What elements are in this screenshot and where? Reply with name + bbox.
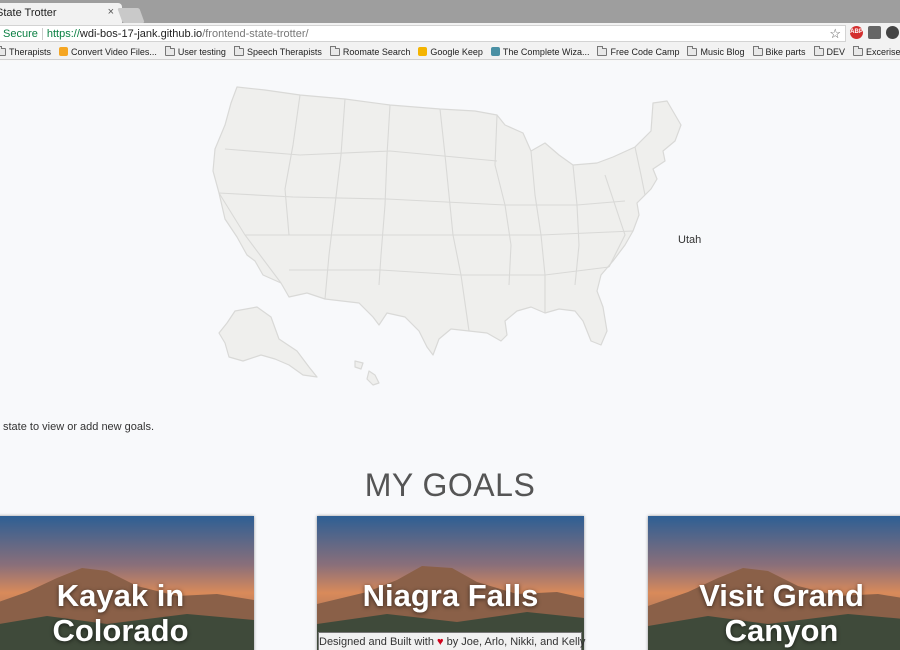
extension-icon[interactable] [886,26,899,39]
separator [41,27,43,40]
bookmark-label: Google Keep [430,46,483,57]
folder-icon [0,45,6,56]
bookmark-label: Roomate Search [342,46,411,57]
alaska-shape [218,306,318,378]
tab-title: State Trotter [0,7,57,19]
bookmarks-bar: Therapists Convert Video Files... User tes… [0,44,900,60]
goals-heading: MY GOALS [364,467,536,503]
goal-card-title: Kayak in Colorado [0,578,254,648]
us-mainland-shape [212,86,682,356]
goal-card-title: Niagra Falls [317,578,584,613]
goal-title-line: Visit Grand [699,578,864,613]
bookmark-item[interactable]: Music Blog [687,45,745,57]
bookmark-label: Excerise [866,46,900,57]
url-host: wdi-bos-17-jank.github.io [79,27,203,40]
bookmark-item[interactable]: Google Keep [418,47,483,57]
new-tab-button[interactable] [117,8,145,23]
goal-card-title: Visit Grand Canyon [648,578,900,648]
bookmark-item[interactable]: Bike parts [752,45,806,57]
bookmark-label: Therapists [9,46,52,57]
site-icon [490,47,500,56]
bookmark-label: Speech Therapists [246,46,322,57]
bookmark-label: Free Code Camp [610,46,680,57]
goal-title-line: Kayak in [56,578,185,613]
footer-prefix: Designed and Built with [319,636,434,648]
keep-icon [418,47,428,56]
page-footer: Designed and Built with ♥ by Joe, Arlo, … [318,632,585,650]
goal-card[interactable]: Niagra Falls [317,516,584,650]
goal-title-line: Canyon [724,613,839,648]
goal-card[interactable]: Kayak in Colorado [0,516,254,650]
bookmark-label: DEV [826,46,846,57]
bookmark-item[interactable]: DEV [813,45,846,57]
hovered-state-label: Utah [678,234,702,246]
bookmark-label: Music Blog [700,46,745,57]
bookmark-star-icon[interactable]: ☆ [829,26,841,41]
hawaii-shape [354,360,364,370]
folder-icon [813,45,824,56]
close-tab-icon[interactable]: × [108,6,114,18]
url-scheme: https:// [46,27,80,40]
hawaii-shape [366,370,380,386]
bookmark-label: The Complete Wiza... [502,46,590,57]
bookmark-label: User testing [177,46,226,57]
page-content: Utah state to view or add new goals. MY … [0,61,900,650]
us-map [212,86,682,386]
bookmark-item[interactable]: The Complete Wiza... [490,46,590,57]
folder-icon [752,45,763,56]
folder-icon [329,45,340,56]
folder-icon [597,45,608,56]
convert-icon [59,47,69,56]
bookmark-item[interactable]: Roomate Search [329,45,411,57]
bookmark-item[interactable]: Excerise [853,45,900,57]
browser-toolbar: Secure https:// wdi-bos-17-jank.github.i… [0,23,900,44]
secure-label: Secure [3,27,38,40]
url-path: /frontend-state-trotter/ [202,27,309,40]
footer-suffix: by Joe, Arlo, Nikki, and Kelly [446,636,586,648]
bookmark-item[interactable]: Therapists [0,45,52,57]
folder-icon [233,45,244,56]
folder-icon [687,45,698,56]
heart-icon: ♥ [437,636,444,648]
instructions-text: state to view or add new goals. [3,421,155,433]
adblock-extension-icon[interactable]: ABP [850,26,863,39]
tab-strip: State Trotter × [0,0,900,23]
browser-tab[interactable]: State Trotter × [0,3,122,23]
extension-icon[interactable] [868,26,881,39]
bookmark-item[interactable]: Convert Video Files... [59,47,157,57]
bookmark-label: Convert Video Files... [71,46,157,57]
bookmark-item[interactable]: Speech Therapists [233,45,322,57]
goal-card[interactable]: Visit Grand Canyon [648,516,900,650]
folder-icon [853,45,864,56]
folder-icon [164,45,175,56]
bookmark-item[interactable]: Free Code Camp [597,45,680,57]
bookmark-item[interactable]: User testing [164,45,226,57]
goal-title-line: Niagra Falls [362,578,539,613]
address-bar[interactable]: Secure https:// wdi-bos-17-jank.github.i… [0,25,846,42]
goal-title-line: Colorado [52,613,189,648]
bookmark-label: Bike parts [765,46,806,57]
